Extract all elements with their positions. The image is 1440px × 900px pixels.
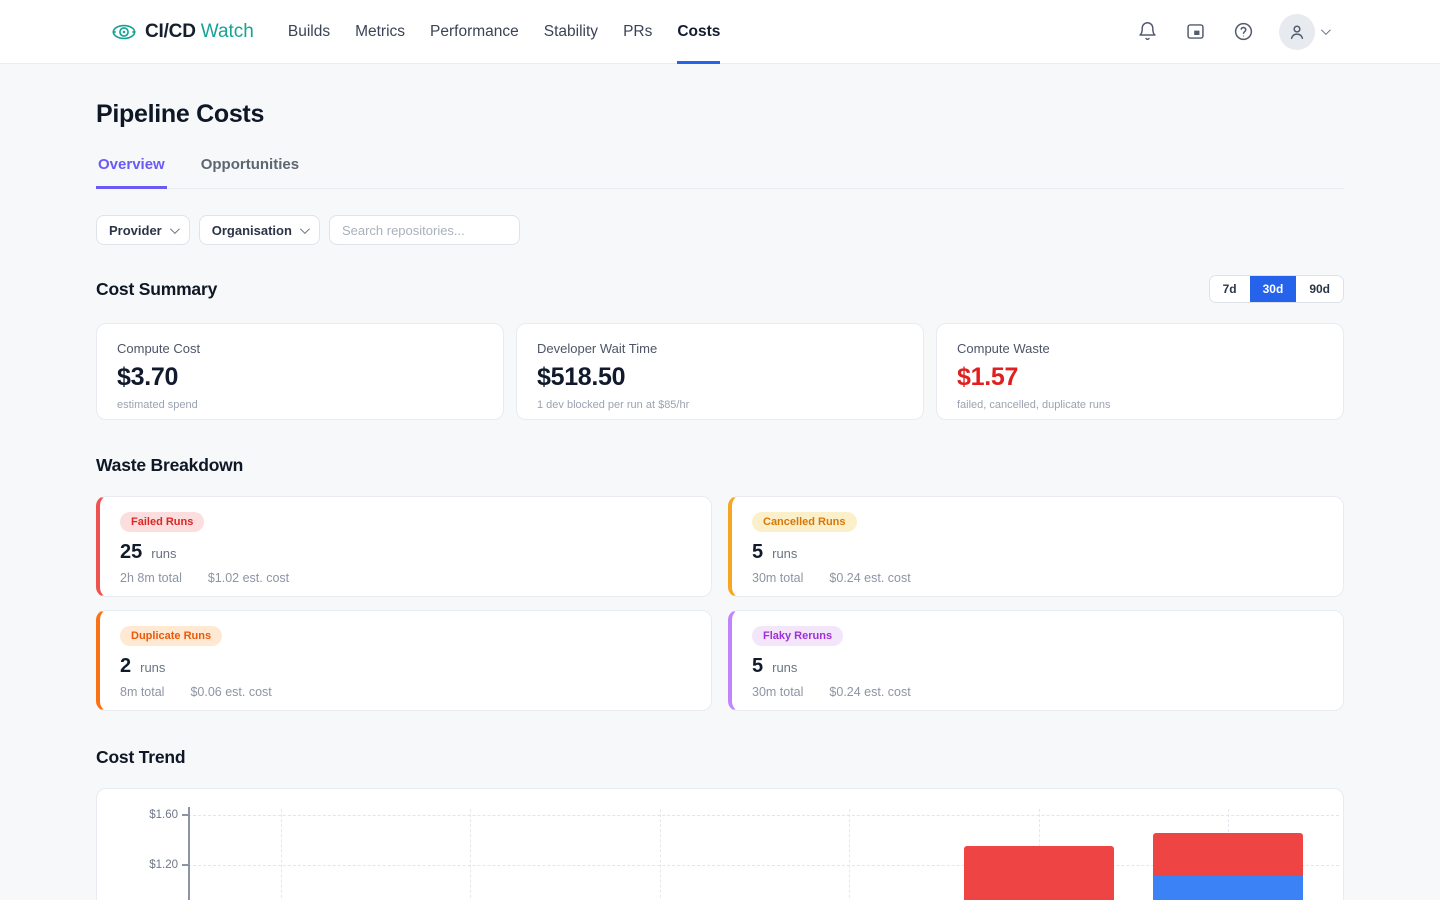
compute-waste-card: Compute Waste $1.57 failed, cancelled, d…: [936, 323, 1344, 420]
changelog-panel-icon[interactable]: [1183, 20, 1207, 44]
tab-opportunities[interactable]: Opportunities: [199, 156, 301, 189]
estimated-cost: $1.02 est. cost: [207, 571, 290, 585]
estimated-cost: $0.06 est. cost: [190, 685, 272, 699]
main-nav: Builds Metrics Performance Stability PRs…: [288, 0, 721, 64]
nav-item-performance[interactable]: Performance: [430, 0, 519, 64]
grid-line-vertical: [659, 809, 661, 900]
page-content: Pipeline Costs Overview Opportunities Pr…: [0, 100, 1440, 900]
card-subtext: estimated spend: [117, 399, 198, 411]
grid-line-vertical: [849, 809, 851, 900]
page-title: Pipeline Costs: [96, 100, 265, 128]
filter-bar: Provider Organisation: [96, 215, 1344, 245]
user-avatar-icon: [1279, 13, 1315, 50]
grid-line-horizontal: [188, 815, 1339, 816]
provider-filter-label: Provider: [109, 222, 162, 238]
time-range-toggle: 7d 30d 90d: [1208, 275, 1344, 303]
nav-item-costs[interactable]: Costs: [677, 0, 721, 64]
brand-name-primary: CI/CD: [145, 20, 196, 42]
provider-filter-button[interactable]: Provider: [96, 215, 190, 245]
card-value: $3.70: [117, 363, 179, 391]
run-count: 2: [120, 655, 132, 677]
run-count: 25: [120, 541, 143, 563]
help-icon[interactable]: [1231, 20, 1255, 44]
nav-item-builds[interactable]: Builds: [288, 0, 330, 64]
cost-summary-heading: Cost Summary: [96, 278, 218, 299]
run-count-unit: runs: [151, 546, 177, 561]
total-duration: 30m total: [752, 571, 804, 585]
failed-runs-badge: Failed Runs: [120, 512, 205, 532]
nav-item-prs[interactable]: PRs: [623, 0, 652, 64]
compute-cost-card: Compute Cost $3.70 estimated spend: [96, 323, 504, 420]
range-7d-button[interactable]: 7d: [1209, 276, 1250, 302]
total-duration: 2h 8m total: [120, 571, 182, 585]
nav-item-metrics[interactable]: Metrics: [355, 0, 405, 64]
tab-overview[interactable]: Overview: [96, 156, 167, 189]
grid-line-vertical: [470, 809, 472, 900]
total-duration: 30m total: [752, 685, 804, 699]
card-subtext: 1 dev blocked per run at $85/hr: [537, 399, 690, 411]
notifications-bell-icon[interactable]: [1135, 20, 1159, 44]
user-menu[interactable]: [1279, 13, 1331, 50]
flaky-reruns-badge: Flaky Reruns: [752, 626, 844, 646]
estimated-cost: $0.24 est. cost: [829, 571, 911, 585]
cost-trend-chart: $1.60$1.20$0.80: [96, 788, 1344, 900]
run-count-unit: runs: [772, 660, 798, 675]
chevron-down-icon: [299, 223, 310, 234]
repository-search-input[interactable]: [328, 215, 520, 245]
cancelled-runs-card: Cancelled Runs 5 runs 30m total $0.24 es…: [728, 496, 1344, 597]
card-label: Compute Waste: [957, 341, 1050, 356]
cost-trend-heading: Cost Trend: [96, 747, 186, 767]
page-tabs: Overview Opportunities: [96, 156, 1344, 189]
brand-logo[interactable]: CI/CD Watch: [112, 20, 254, 44]
run-count-unit: runs: [140, 660, 166, 675]
waste-breakdown-header: Waste Breakdown: [96, 455, 1344, 476]
failed-runs-card: Failed Runs 25 runs 2h 8m total $1.02 es…: [96, 496, 712, 597]
run-count: 5: [752, 655, 764, 677]
developer-wait-time-card: Developer Wait Time $518.50 1 dev blocke…: [516, 323, 924, 420]
y-axis-tick-label: $1.20: [149, 859, 178, 871]
bar-segment-blue: [1153, 876, 1303, 900]
top-nav: CI/CD Watch Builds Metrics Performance S…: [0, 0, 1440, 64]
run-count: 5: [752, 541, 764, 563]
organisation-filter-label: Organisation: [211, 222, 292, 238]
range-90d-button[interactable]: 90d: [1296, 276, 1343, 302]
card-subtext: failed, cancelled, duplicate runs: [957, 399, 1111, 411]
chevron-down-icon: [169, 223, 180, 234]
card-label: Compute Cost: [117, 341, 201, 356]
y-axis-line: [188, 807, 190, 900]
waste-breakdown-cards: Failed Runs 25 runs 2h 8m total $1.02 es…: [96, 496, 1344, 711]
total-duration: 8m total: [120, 685, 165, 699]
card-label: Developer Wait Time: [537, 341, 658, 356]
range-30d-button[interactable]: 30d: [1249, 276, 1297, 302]
organisation-filter-button[interactable]: Organisation: [198, 215, 320, 245]
cost-summary-header: Cost Summary 7d 30d 90d: [96, 275, 1344, 303]
card-value: $1.57: [957, 363, 1019, 391]
y-axis-tick-label: $1.60: [149, 809, 178, 821]
card-value: $518.50: [537, 363, 626, 391]
run-count-unit: runs: [772, 546, 798, 561]
nav-item-stability[interactable]: Stability: [544, 0, 598, 64]
cost-summary-cards: Compute Cost $3.70 estimated spend Devel…: [96, 323, 1344, 420]
bar-segment-red: [1153, 832, 1303, 877]
cost-trend-header: Cost Trend: [96, 747, 1344, 768]
flaky-reruns-card: Flaky Reruns 5 runs 30m total $0.24 est.…: [728, 610, 1344, 711]
nav-right-actions: [1135, 13, 1331, 50]
duplicate-runs-badge: Duplicate Runs: [120, 626, 223, 646]
grid-line-vertical: [281, 809, 282, 900]
cancelled-runs-badge: Cancelled Runs: [752, 512, 857, 532]
eye-logo-icon: [112, 20, 136, 44]
waste-breakdown-heading: Waste Breakdown: [96, 455, 244, 475]
estimated-cost: $0.24 est. cost: [829, 685, 911, 699]
bar-segment-red: [963, 846, 1114, 900]
chevron-down-icon: [1320, 25, 1331, 36]
brand-name-secondary: Watch: [200, 20, 254, 42]
duplicate-runs-card: Duplicate Runs 2 runs 8m total $0.06 est…: [96, 610, 712, 711]
